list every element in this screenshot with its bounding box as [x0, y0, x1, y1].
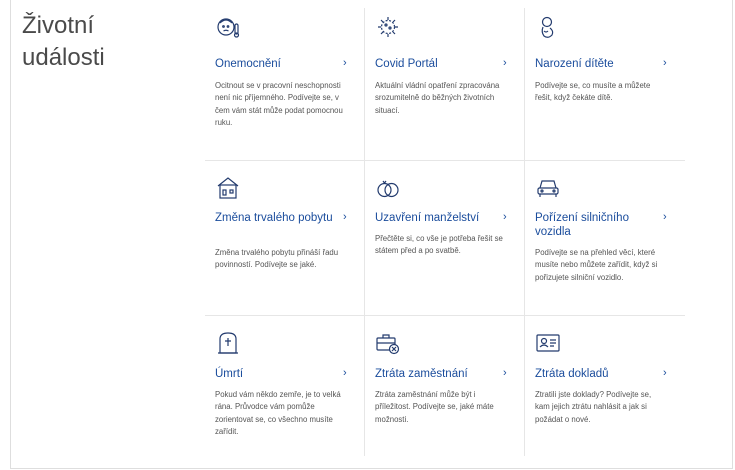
card-onemocneni[interactable]: Onemocnění › Ocitnout se v pracovní nesc…: [205, 14, 365, 154]
card-title: Covid Portál: [375, 58, 438, 70]
card-umrti[interactable]: Úmrtí › Pokud vám někdo zemře, je to vel…: [205, 330, 365, 455]
card-description: Podívejte se na přehled věcí, které musí…: [535, 248, 658, 282]
card-description: Aktuální vládní opatření zpracována sroz…: [375, 81, 500, 115]
card-porizeni-silnicniho-vozidla[interactable]: Pořízení silničního vozidla › Podívejte …: [525, 175, 685, 305]
chevron-right-icon: ›: [663, 211, 667, 223]
card-title: Pořízení silničního vozidla: [535, 212, 629, 238]
card-description: Ztratili jste doklady? Podívejte se, kam…: [535, 390, 652, 424]
sick-face-thermometer-icon: [215, 14, 241, 40]
card-title: Narození dítěte: [535, 58, 614, 70]
card-description: Ocitnout se v pracovní neschopnosti není…: [215, 81, 343, 128]
card-description: Změna trvalého pobytu přináší řadu povin…: [215, 248, 339, 270]
chevron-right-icon: ›: [663, 57, 667, 69]
card-title: Úmrtí: [215, 368, 244, 380]
chevron-right-icon: ›: [343, 367, 347, 379]
card-description: Přečtěte si, co vše je potřeba řešit se …: [375, 234, 503, 256]
house-icon: [215, 175, 241, 201]
row-divider: [205, 315, 685, 316]
card-zmena-trvaleho-pobytu[interactable]: Změna trvalého pobytu › Změna trvalého p…: [205, 175, 365, 305]
card-description: Podívejte se, co musíte a můžete řešit, …: [535, 81, 651, 103]
chevron-right-icon: ›: [503, 367, 507, 379]
chevron-right-icon: ›: [663, 367, 667, 379]
wedding-rings-icon: [375, 175, 401, 201]
chevron-right-icon: ›: [503, 57, 507, 69]
chevron-right-icon: ›: [503, 211, 507, 223]
card-title: Ztráta zaměstnání: [375, 368, 468, 380]
card-title: Změna trvalého pobytu: [215, 212, 333, 224]
card-title: Ztráta dokladů: [535, 368, 609, 380]
card-title: Onemocnění: [215, 58, 281, 70]
page-title: Životní události: [22, 10, 172, 74]
card-uzavreni-manzelstvi[interactable]: Uzavření manželství › Přečtěte si, co vš…: [365, 175, 525, 305]
id-card-icon: [535, 330, 561, 356]
card-ztrata-dokladu[interactable]: Ztráta dokladů › Ztratili jste doklady? …: [525, 330, 685, 455]
row-divider: [205, 160, 685, 161]
card-narozeni-ditete[interactable]: Narození dítěte › Podívejte se, co musít…: [525, 14, 685, 154]
briefcase-cancel-icon: [375, 330, 401, 356]
card-description: Pokud vám někdo zemře, je to velká rána.…: [215, 390, 341, 437]
virus-icon: [375, 14, 401, 40]
card-ztrata-zamestnani[interactable]: Ztráta zaměstnání › Ztráta zaměstnání mů…: [365, 330, 525, 455]
baby-icon: [535, 14, 561, 40]
chevron-right-icon: ›: [343, 211, 347, 223]
page-title-line1: Životní: [22, 12, 95, 39]
card-description: Ztráta zaměstnání může být i příležitost…: [375, 390, 494, 424]
card-covid-portal[interactable]: Covid Portál › Aktuální vládní opatření …: [365, 14, 525, 154]
chevron-right-icon: ›: [343, 57, 347, 69]
card-title: Uzavření manželství: [375, 212, 480, 224]
gravestone-icon: [215, 330, 241, 356]
page-title-line2: události: [22, 44, 105, 71]
car-icon: [535, 175, 561, 201]
